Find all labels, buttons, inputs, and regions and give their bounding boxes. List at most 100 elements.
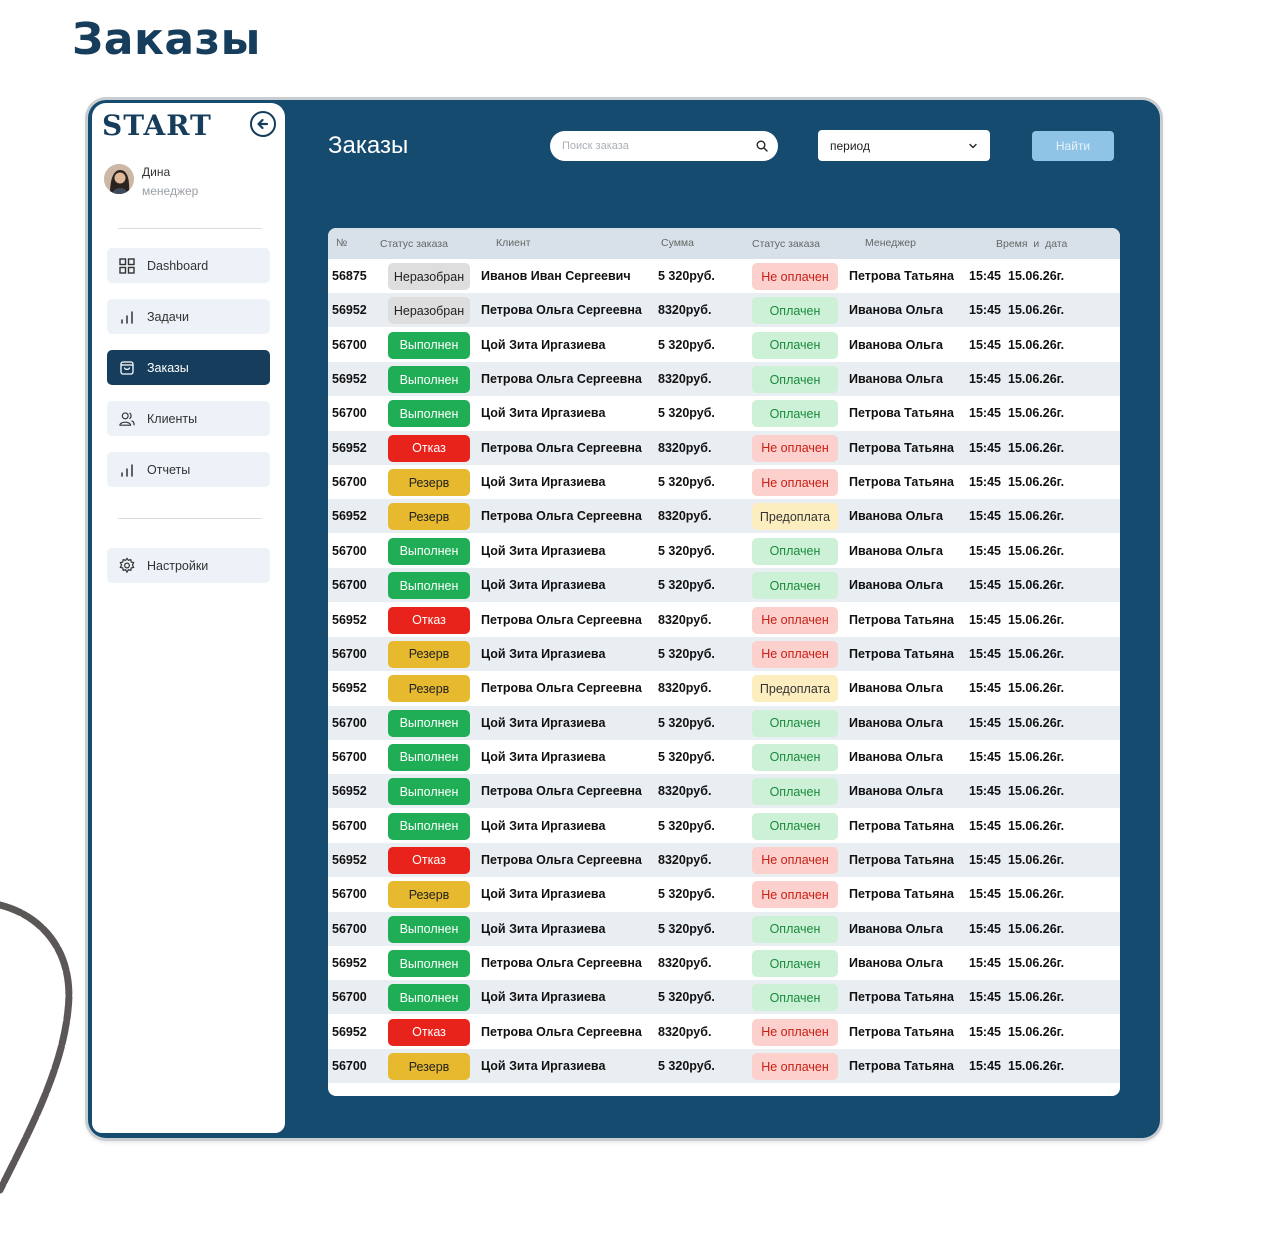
client-name: Петрова Ольга Сергеевна <box>481 681 642 696</box>
order-sum: 8320руб. <box>658 956 712 970</box>
order-sum: 8320руб. <box>658 509 712 524</box>
collapse-sidebar-button[interactable] <box>250 111 276 137</box>
table-row[interactable]: 56875 Неразобран Иванов Иван Сергеевич 5 32… <box>328 259 1120 293</box>
period-select[interactable]: период <box>818 130 990 161</box>
order-number: 56700 <box>332 578 367 593</box>
order-status-badge: Выполнен <box>388 743 470 771</box>
table-row[interactable]: 56952 Отказ Петрова Ольга Сергеевна 8320руб… <box>328 1015 1120 1049</box>
sidebar-item-settings[interactable]: Настройки <box>107 548 270 583</box>
payment-status-badge: Оплачен <box>752 537 838 565</box>
search-box[interactable] <box>550 131 778 161</box>
order-time: 15:45 <box>969 543 1001 558</box>
column-header-order-status[interactable]: Статус заказа <box>380 238 448 250</box>
order-sum: 5 320руб. <box>658 990 715 1005</box>
client-name: Иванов Иван Сергеевич <box>481 269 631 283</box>
order-number: 56952 <box>332 440 367 455</box>
order-number: 56700 <box>332 406 367 421</box>
manager-name: Петрова Татьяна <box>849 475 954 490</box>
order-date: 15.06.26г. <box>1008 406 1065 421</box>
table-row[interactable]: 56952 Отказ Петрова Ольга Сергеевна 8320руб… <box>328 603 1120 637</box>
avatar[interactable] <box>104 164 134 194</box>
column-header-number[interactable]: № <box>336 237 347 249</box>
table-row[interactable]: 56700 Выполнен Цой Зита Иргазиева 5 320руб.… <box>328 809 1120 843</box>
table-row[interactable]: 56952 Выполнен Петрова Ольга Сергеевна 8320… <box>328 774 1120 809</box>
table-row[interactable]: 56952 Резерв Петрова Ольга Сергеевна 8320ру… <box>328 499 1120 534</box>
client-name: Цой Зита Иргазиева <box>481 406 606 421</box>
order-status-badge: Выполнен <box>388 950 470 977</box>
sidebar: START Дина менеджер Dashboard Задачи Зак… <box>92 103 285 1133</box>
find-button[interactable]: Найти <box>1032 131 1114 161</box>
table-row[interactable]: 56952 Отказ Петрова Ольга Сергеевна 8320руб… <box>328 430 1120 465</box>
table-row[interactable]: 56700 Выполнен Цой Зита Иргазиева 5 320руб.… <box>328 396 1120 430</box>
order-sum: 8320руб. <box>658 784 712 799</box>
order-status-badge: Выполнен <box>388 778 470 806</box>
table-row[interactable]: 56952 Выполнен Петрова Ольга Сергеевна 8320… <box>328 362 1120 397</box>
order-sum: 8320руб. <box>658 303 712 318</box>
client-name: Цой Зита Иргазиева <box>481 921 606 936</box>
client-name: Петрова Ольга Сергеевна <box>481 1024 642 1039</box>
users-icon <box>119 411 135 427</box>
bar-chart-icon <box>119 309 135 325</box>
sidebar-item-dashboard[interactable]: Dashboard <box>107 248 270 283</box>
table-row[interactable]: 56700 Резерв Цой Зита Иргазиева 5 320руб. Не… <box>328 877 1120 911</box>
order-number: 56700 <box>332 921 367 936</box>
manager-name: Иванова Ольга <box>849 543 943 558</box>
sidebar-item-orders[interactable]: Заказы <box>107 350 270 385</box>
order-number: 56700 <box>332 715 367 730</box>
table-row[interactable]: 56700 Резерв Цой Зита Иргазиева 5 320руб. Не… <box>328 465 1120 499</box>
order-sum: 5 320руб. <box>658 818 715 833</box>
sidebar-item-clients[interactable]: Клиенты <box>107 401 270 436</box>
table-row[interactable]: 56700 Резерв Цой Зита Иргазиева 5 320руб. Не… <box>328 1049 1120 1084</box>
avatar-image <box>104 164 134 194</box>
column-header-client[interactable]: Клиент <box>496 237 531 249</box>
sidebar-item-reports[interactable]: Отчеты <box>107 452 270 487</box>
client-name: Цой Зита Иргазиева <box>481 990 606 1005</box>
client-name: Петрова Ольга Сергеевна <box>481 440 642 455</box>
table-row[interactable]: 56700 Выполнен Цой Зита Иргазиева 5 320руб.… <box>328 568 1120 603</box>
column-header-payment-status[interactable]: Статус заказа <box>752 238 820 250</box>
table-row[interactable]: 56952 Выполнен Петрова Ольга Сергеевна 8320… <box>328 946 1120 980</box>
payment-status-badge: Оплачен <box>752 915 838 943</box>
client-name: Петрова Ольга Сергеевна <box>481 784 642 799</box>
payment-status-badge: Оплачен <box>752 950 838 977</box>
table-row[interactable]: 56700 Выполнен Цой Зита Иргазиева 5 320руб.… <box>328 911 1120 946</box>
order-time: 15:45 <box>969 646 1001 661</box>
order-sum: 8320руб. <box>658 681 712 696</box>
manager-name: Иванова Ольга <box>849 784 943 799</box>
order-time: 15:45 <box>969 440 1001 455</box>
column-header-manager[interactable]: Менеджер <box>865 237 916 249</box>
order-number: 56952 <box>332 681 367 696</box>
table-row[interactable]: 56700 Выполнен Цой Зита Иргазиева 5 320руб.… <box>328 980 1120 1015</box>
order-number: 56700 <box>332 543 367 558</box>
table-row[interactable]: 56952 Резерв Петрова Ольга Сергеевна 8320ру… <box>328 671 1120 705</box>
order-number: 56700 <box>332 887 367 902</box>
manager-name: Иванова Ольга <box>849 749 943 764</box>
table-row[interactable]: 56700 Выполнен Цой Зита Иргазиева 5 320руб.… <box>328 740 1120 774</box>
payment-status-badge: Не оплачен <box>752 881 838 909</box>
order-status-badge: Резерв <box>388 881 470 909</box>
table-row[interactable]: 56700 Выполнен Цой Зита Иргазиева 5 320руб.… <box>328 534 1120 568</box>
table-row[interactable]: 56700 Выполнен Цой Зита Иргазиева 5 320руб.… <box>328 328 1120 362</box>
sidebar-item-label: Заказы <box>147 360 189 375</box>
sidebar-item-tasks[interactable]: Задачи <box>107 299 270 334</box>
order-number: 56700 <box>332 1059 367 1074</box>
order-date: 15.06.26г. <box>1008 440 1065 455</box>
order-date: 15.06.26г. <box>1008 887 1065 902</box>
table-row[interactable]: 56700 Резерв Цой Зита Иргазиева 5 320руб. Не… <box>328 636 1120 671</box>
table-row[interactable]: 56952 Неразобран Петрова Ольга Сергеевна 83… <box>328 293 1120 328</box>
search-input[interactable] <box>562 140 756 152</box>
order-time: 15:45 <box>969 749 1001 764</box>
manager-name: Иванова Ольга <box>849 578 943 593</box>
order-status-badge: Отказ <box>388 846 470 874</box>
order-date: 15.06.26г. <box>1008 612 1065 627</box>
table-row[interactable]: 56700 Выполнен Цой Зита Иргазиева 5 320руб.… <box>328 705 1120 740</box>
column-header-datetime[interactable]: Время и дата <box>996 238 1067 250</box>
sidebar-item-label: Dashboard <box>147 258 209 273</box>
manager-name: Петрова Татьяна <box>849 612 954 627</box>
order-number: 56952 <box>332 784 367 799</box>
search-icon[interactable] <box>756 140 768 152</box>
table-row[interactable]: 56952 Отказ Петрова Ольга Сергеевна 8320руб… <box>328 842 1120 877</box>
column-header-sum[interactable]: Сумма <box>661 237 694 249</box>
order-sum: 8320руб. <box>658 372 712 387</box>
order-number: 56700 <box>332 646 367 661</box>
